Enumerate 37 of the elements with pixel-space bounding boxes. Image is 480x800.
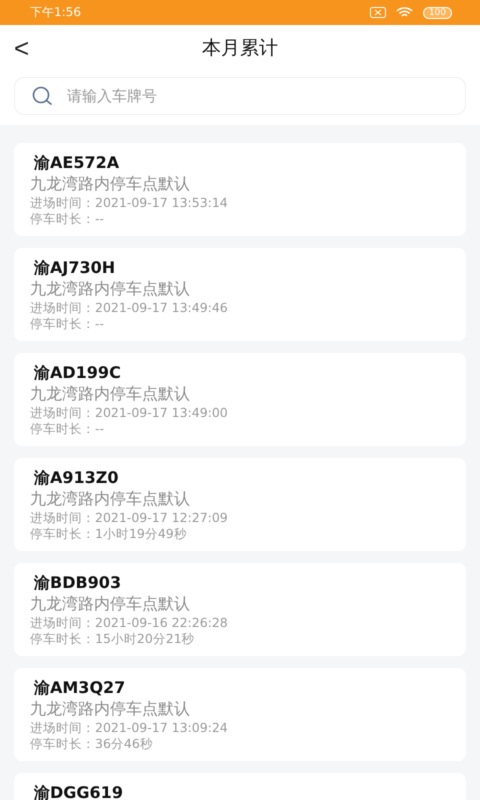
page-title: 本月累计 bbox=[202, 36, 278, 60]
parking-record-card[interactable]: 渝AJ730H 九龙湾路内停车点默认 进场时间：2021-09-17 13:49:46 停车时长：-- bbox=[14, 248, 466, 341]
parking-record-card[interactable]: 渝AE572A 九龙湾路内停车点默认 进场时间：2021-09-17 13:53:14 停车时长：-- bbox=[14, 143, 466, 236]
parking-location: 九龙湾路内停车点默认 bbox=[30, 593, 190, 615]
parking-duration: 停车时长：-- bbox=[30, 421, 104, 437]
entry-time: 进场时间：2021-09-17 13:49:00 bbox=[30, 405, 228, 421]
entry-time: 进场时间：2021-09-17 13:09:24 bbox=[30, 720, 228, 736]
status-time: 下午1:56 bbox=[30, 4, 81, 21]
plate-number: 渝A913Z0 bbox=[33, 468, 119, 488]
parking-location: 九龙湾路内停车点默认 bbox=[30, 698, 190, 720]
parking-duration: 停车时长：-- bbox=[30, 211, 104, 227]
parking-duration: 停车时长：1小时19分49秒 bbox=[30, 526, 187, 542]
entry-time: 进场时间：2021-09-17 12:27:09 bbox=[30, 510, 228, 526]
plate-number: 渝AM3Q27 bbox=[33, 678, 126, 698]
parking-record-card[interactable]: 渝DGG619 bbox=[14, 773, 466, 800]
plate-number: 渝AE572A bbox=[33, 153, 120, 173]
parking-location: 九龙湾路内停车点默认 bbox=[30, 278, 190, 300]
entry-time: 进场时间：2021-09-17 13:49:46 bbox=[30, 300, 228, 316]
entry-time: 进场时间：2021-09-17 13:53:14 bbox=[30, 195, 228, 211]
parking-duration: 停车时长：15小时20分21秒 bbox=[30, 631, 195, 647]
battery-level: 100 bbox=[422, 6, 452, 18]
plate-number: 渝AJ730H bbox=[33, 258, 116, 278]
parking-record-card[interactable]: 渝BDB903 九龙湾路内停车点默认 进场时间：2021-09-16 22:26:28 停车时长：15小时20分21秒 bbox=[14, 563, 466, 656]
parking-location: 九龙湾路内停车点默认 bbox=[30, 488, 190, 510]
parking-location: 九龙湾路内停车点默认 bbox=[30, 173, 190, 195]
parking-record-card[interactable]: 渝AM3Q27 九龙湾路内停车点默认 进场时间：2021-09-17 13:09:24 停车时长：36分46秒 bbox=[14, 668, 466, 761]
plate-number: 渝DGG619 bbox=[33, 783, 123, 800]
back-button[interactable]: < bbox=[10, 33, 34, 63]
search-field[interactable]: 请输入车牌号 bbox=[14, 77, 466, 115]
parking-record-card[interactable]: 渝AD199C 九龙湾路内停车点默认 进场时间：2021-09-17 13:49:00 停车时长：-- bbox=[14, 353, 466, 446]
entry-time: 进场时间：2021-09-16 22:26:28 bbox=[30, 615, 228, 631]
parking-location: 九龙湾路内停车点默认 bbox=[30, 383, 190, 405]
plate-number: 渝AD199C bbox=[33, 363, 121, 383]
parking-duration: 停车时长：-- bbox=[30, 316, 104, 332]
parking-duration: 停车时长：36分46秒 bbox=[30, 736, 153, 752]
plate-number: 渝BDB903 bbox=[33, 573, 122, 593]
parking-record-card[interactable]: 渝A913Z0 九龙湾路内停车点默认 进场时间：2021-09-17 12:27:09 停车时长：1小时19分49秒 bbox=[14, 458, 466, 551]
